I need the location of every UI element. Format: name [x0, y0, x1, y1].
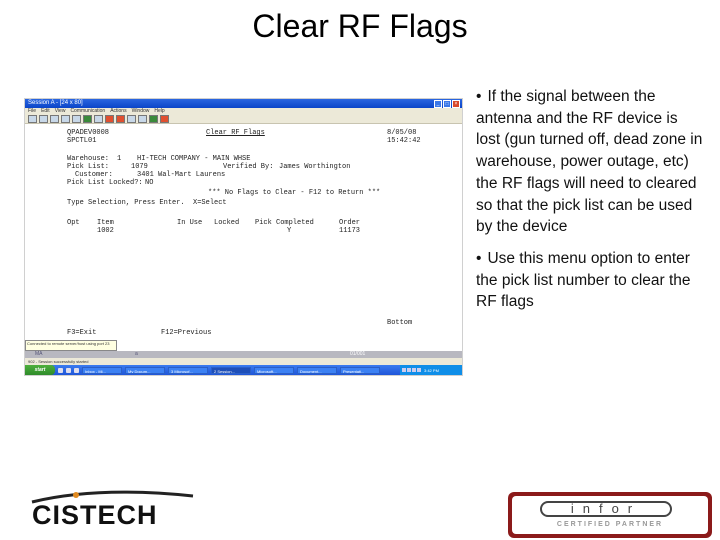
program-name: QPADEV0008: [67, 129, 110, 137]
screen-id: SPCTL01: [67, 137, 97, 145]
verified-by-value: James Worthington: [279, 163, 351, 171]
bullet-icon: •: [476, 249, 482, 267]
status-mid: a: [135, 351, 138, 357]
instruction-text: Type Selection, Press Enter. X=Select: [67, 199, 227, 207]
desktop-icon[interactable]: [74, 367, 79, 373]
menu-communication[interactable]: Communication: [70, 108, 105, 115]
status-left: MA: [35, 351, 43, 357]
send-icon[interactable]: [61, 115, 70, 123]
column-header-item: Item: [97, 219, 114, 227]
macro-record-icon[interactable]: [105, 115, 114, 123]
bullet-list: • If the signal between the antenna and t…: [476, 86, 706, 323]
bullet-item: • If the signal between the antenna and t…: [476, 86, 706, 238]
customer-value: 3401 Wal-Mart Laurens: [137, 171, 226, 179]
menu-window[interactable]: Window: [132, 108, 150, 115]
tray-icon[interactable]: [402, 368, 406, 372]
column-header-opt: Opt: [67, 219, 80, 227]
infor-certified-partner-logo: infor CERTIFIED PARTNER: [508, 492, 712, 538]
display-icon[interactable]: [83, 115, 92, 123]
cistech-logo: CISTECH: [28, 488, 196, 532]
system-tray: 3:42 PM: [400, 365, 462, 375]
column-header-pick-completed: Pick Completed: [255, 219, 314, 227]
info-bar: 902 - Session successfully started: [25, 358, 462, 365]
taskbar-item[interactable]: 2 Session...: [211, 366, 251, 374]
row-pick-completed: Y: [287, 227, 292, 235]
print-icon[interactable]: [28, 115, 37, 123]
receive-icon[interactable]: [72, 115, 81, 123]
column-header-in-use: In Use: [177, 219, 203, 227]
ie-icon[interactable]: [58, 367, 63, 373]
paste-icon[interactable]: [50, 115, 59, 123]
cistech-wordmark: CISTECH: [32, 500, 158, 530]
cursor-position: 01/001: [350, 351, 366, 357]
column-header-locked: Locked: [214, 219, 240, 227]
bullet-item: • Use this menu option to enter the pick …: [476, 248, 706, 313]
taskbar-item[interactable]: Presentati...: [340, 366, 380, 374]
window-title: Session A - [24 x 80]: [28, 100, 83, 106]
taskbar-item[interactable]: Document...: [297, 366, 337, 374]
column-header-order: Order: [339, 219, 361, 227]
status-message: *** No Flags to Clear - F12 to Return **…: [208, 189, 381, 197]
keyboard-icon[interactable]: [94, 115, 103, 123]
slide-title: Clear RF Flags: [252, 8, 468, 44]
minimize-button[interactable]: _: [434, 100, 442, 108]
pick-list-label: Pick List:: [67, 163, 110, 171]
connect-icon[interactable]: [149, 115, 158, 123]
row-item: 1002: [97, 227, 114, 235]
tray-icon[interactable]: [412, 368, 416, 372]
outlook-icon[interactable]: [66, 367, 71, 373]
bullet-text: Use this menu option to enter the pick l…: [476, 249, 691, 311]
bottom-marker: Bottom: [387, 319, 413, 327]
customer-label: Customer:: [75, 171, 113, 179]
keypad-icon[interactable]: [127, 115, 136, 123]
menu-bar: File Edit View Communication Actions Win…: [25, 108, 462, 115]
taskbar-item[interactable]: Microsoft...: [254, 366, 294, 374]
close-button[interactable]: ×: [452, 100, 460, 108]
row-order: 11173: [339, 227, 361, 235]
terminal-screen: QPADEV0008 SPCTL01 Clear RF Flags 8/05/0…: [25, 125, 462, 343]
maximize-button[interactable]: □: [443, 100, 451, 108]
disconnect-icon[interactable]: [160, 115, 169, 123]
warehouse-value: 1: [117, 155, 122, 163]
menu-view[interactable]: View: [55, 108, 66, 115]
screen-time: 15:42:42: [387, 137, 421, 145]
clock: 3:42 PM: [424, 367, 439, 373]
infor-wordmark: infor: [540, 501, 672, 517]
taskbar-item[interactable]: Inbox - Mi...: [82, 366, 122, 374]
macro-play-icon[interactable]: [116, 115, 125, 123]
certified-partner-text: CERTIFIED PARTNER: [556, 521, 664, 528]
window-titlebar: Session A - [24 x 80] _ □ ×: [25, 99, 462, 108]
bullet-icon: •: [476, 88, 482, 105]
settings-icon[interactable]: [138, 115, 147, 123]
f12-previous-key[interactable]: F12=Previous: [161, 329, 211, 337]
bullet-text: If the signal between the antenna and th…: [476, 88, 703, 236]
toolbar: [25, 115, 462, 124]
embedded-terminal-screenshot: Session A - [24 x 80] _ □ × File Edit Vi…: [24, 98, 463, 376]
menu-file[interactable]: File: [28, 108, 36, 115]
screen-title: Clear RF Flags: [206, 129, 265, 137]
start-button[interactable]: start: [25, 365, 55, 375]
menu-actions[interactable]: Actions: [110, 108, 126, 115]
locked-label: Pick List Locked?:: [67, 179, 143, 187]
windows-taskbar: start Inbox - Mi... My Docum... 3 Micros…: [25, 365, 462, 375]
opt-input[interactable]: [69, 227, 81, 234]
locked-value: NO: [145, 179, 154, 187]
menu-edit[interactable]: Edit: [41, 108, 50, 115]
warehouse-label: Warehouse:: [67, 155, 110, 163]
status-line: MA a 01/001: [25, 351, 462, 358]
menu-help[interactable]: Help: [154, 108, 164, 115]
tray-icon[interactable]: [417, 368, 421, 372]
tray-icon[interactable]: [407, 368, 411, 372]
company-name: HI-TECH COMPANY - MAIN WHSE: [137, 155, 251, 163]
pick-list-value: 1079: [131, 163, 148, 171]
taskbar-item[interactable]: My Docum...: [125, 366, 165, 374]
f3-exit-key[interactable]: F3=Exit: [67, 329, 96, 337]
screen-date: 8/05/08: [387, 129, 417, 137]
connection-tooltip: Connected to remote server/host using po…: [25, 340, 117, 351]
verified-by-label: Verified By:: [223, 163, 274, 171]
taskbar-item[interactable]: 3 Microsof...: [168, 366, 208, 374]
copy-icon[interactable]: [39, 115, 48, 123]
